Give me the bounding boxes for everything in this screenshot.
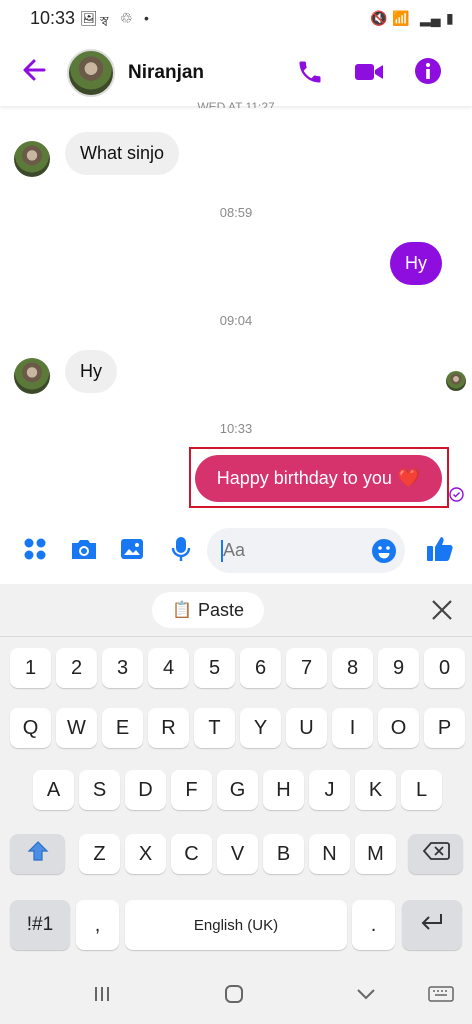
- clipboard-icon: 📋: [172, 602, 192, 619]
- home-icon[interactable]: [222, 982, 246, 1006]
- gallery-icon[interactable]: [118, 535, 146, 568]
- sender-avatar: [14, 141, 50, 177]
- signal-icon: ▂▄: [420, 10, 441, 26]
- notification-dot: •: [144, 10, 149, 26]
- key-h[interactable]: H: [263, 770, 304, 810]
- message-bubble[interactable]: Hy: [65, 350, 117, 393]
- key-l[interactable]: L: [401, 770, 442, 810]
- hide-keyboard-icon[interactable]: [354, 982, 378, 1006]
- recent-apps-icon[interactable]: [90, 982, 114, 1006]
- key-i[interactable]: I: [332, 708, 373, 748]
- status-bar: 10:33 🖼 স্ব ♲ • 🔇 📶 ▂▄ ▮: [0, 0, 472, 36]
- key-b[interactable]: B: [263, 834, 304, 874]
- key-m[interactable]: M: [355, 834, 396, 874]
- sync-icon: ♲: [120, 10, 133, 26]
- key-5[interactable]: 5: [194, 648, 235, 688]
- key-k[interactable]: K: [355, 770, 396, 810]
- period-key[interactable]: .: [352, 900, 395, 950]
- keyboard-switch-icon[interactable]: [428, 984, 454, 1004]
- partial-timestamp: WED AT 11:27: [197, 100, 275, 108]
- enter-icon: [419, 911, 445, 939]
- mute-icon: 🔇: [370, 10, 388, 26]
- message-text: Happy birthday to you: [216, 468, 392, 488]
- sent-check-icon: [449, 487, 464, 502]
- back-arrow-icon[interactable]: [20, 56, 48, 84]
- backspace-key[interactable]: [408, 834, 463, 874]
- message-timestamp: 08:59: [219, 205, 253, 220]
- message-bubble-sent[interactable]: Happy birthday to you ❤️: [195, 455, 442, 502]
- conversation-header: Niranjan: [0, 36, 472, 106]
- key-x[interactable]: X: [125, 834, 166, 874]
- key-q[interactable]: Q: [10, 708, 51, 748]
- paste-label: Paste: [197, 599, 244, 620]
- seen-avatar: [446, 371, 466, 391]
- gallery-icon: 🖼: [80, 10, 98, 26]
- key-2[interactable]: 2: [56, 648, 97, 688]
- microphone-icon[interactable]: [169, 535, 193, 568]
- keyboard: 📋 Paste 1 2 3 4 5 6 7 8 9 0 Q W E R T Y …: [0, 584, 472, 1024]
- key-p[interactable]: P: [424, 708, 465, 748]
- key-4[interactable]: 4: [148, 648, 189, 688]
- message-timestamp: 10:33: [219, 421, 253, 436]
- space-key[interactable]: English (UK): [125, 900, 347, 950]
- contact-avatar[interactable]: [67, 49, 115, 97]
- key-f[interactable]: F: [171, 770, 212, 810]
- key-e[interactable]: E: [102, 708, 143, 748]
- emoji-icon[interactable]: [371, 538, 397, 564]
- menu-grid-icon[interactable]: [21, 535, 49, 568]
- battery-icon: ▮: [446, 10, 454, 26]
- message-input[interactable]: Aa: [207, 528, 405, 573]
- key-8[interactable]: 8: [332, 648, 373, 688]
- shift-key[interactable]: [10, 834, 65, 874]
- app-notification-icon: স্ব: [100, 13, 109, 29]
- key-c[interactable]: C: [171, 834, 212, 874]
- heart-emoji: ❤️: [397, 468, 421, 488]
- sender-avatar: [14, 358, 50, 394]
- shift-icon: [26, 839, 50, 869]
- message-timestamp: 09:04: [219, 313, 253, 328]
- symbols-key[interactable]: !#1: [10, 900, 70, 950]
- video-call-icon[interactable]: [353, 58, 385, 86]
- paste-button[interactable]: 📋 Paste: [152, 592, 264, 628]
- close-icon[interactable]: [430, 598, 454, 622]
- key-s[interactable]: S: [79, 770, 120, 810]
- phone-icon[interactable]: [296, 58, 324, 86]
- enter-key[interactable]: [402, 900, 462, 950]
- key-y[interactable]: Y: [240, 708, 281, 748]
- message-bubble-sent[interactable]: Hy: [390, 242, 442, 285]
- camera-icon[interactable]: [69, 535, 99, 568]
- key-7[interactable]: 7: [286, 648, 327, 688]
- backspace-icon: [422, 841, 450, 867]
- message-bubble[interactable]: What sinjo: [65, 132, 180, 175]
- message-placeholder: Aa: [223, 540, 246, 560]
- info-icon[interactable]: [413, 56, 443, 86]
- key-v[interactable]: V: [217, 834, 258, 874]
- key-1[interactable]: 1: [10, 648, 51, 688]
- key-r[interactable]: R: [148, 708, 189, 748]
- status-time: 10:33: [30, 8, 76, 28]
- key-j[interactable]: J: [309, 770, 350, 810]
- key-t[interactable]: T: [194, 708, 235, 748]
- key-6[interactable]: 6: [240, 648, 281, 688]
- like-icon[interactable]: [424, 533, 456, 565]
- comma-key[interactable]: ,: [76, 900, 119, 950]
- wifi-icon: 📶: [392, 10, 410, 26]
- contact-name[interactable]: Niranjan: [128, 62, 204, 84]
- key-o[interactable]: O: [378, 708, 419, 748]
- key-3[interactable]: 3: [102, 648, 143, 688]
- key-d[interactable]: D: [125, 770, 166, 810]
- key-n[interactable]: N: [309, 834, 350, 874]
- key-0[interactable]: 0: [424, 648, 465, 688]
- key-z[interactable]: Z: [79, 834, 120, 874]
- key-9[interactable]: 9: [378, 648, 419, 688]
- divider: [0, 636, 472, 637]
- key-w[interactable]: W: [56, 708, 97, 748]
- key-g[interactable]: G: [217, 770, 258, 810]
- key-u[interactable]: U: [286, 708, 327, 748]
- key-a[interactable]: A: [33, 770, 74, 810]
